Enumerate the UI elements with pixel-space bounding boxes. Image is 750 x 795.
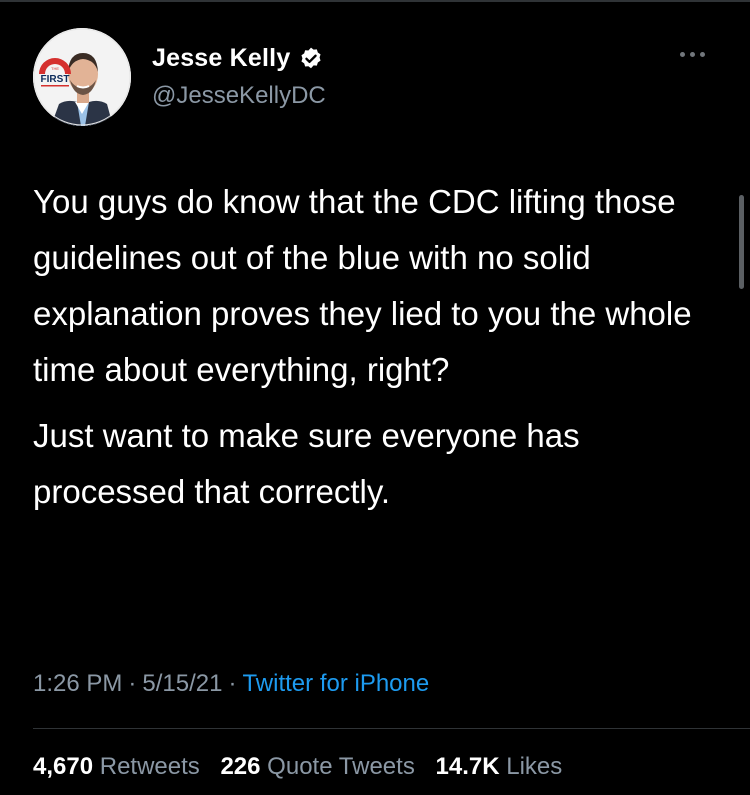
tweet-text: You guys do know that the CDC lifting th… [33, 174, 733, 520]
avatar-logo-small-text: THE [51, 66, 59, 71]
stats-divider [33, 728, 750, 729]
likes-count: 14.7K [435, 753, 500, 780]
more-options-icon[interactable] [680, 44, 714, 64]
meta-separator: · [228, 670, 237, 697]
quote-tweets-count: 226 [220, 753, 261, 780]
retweets-count: 4,670 [33, 753, 94, 780]
more-dot [680, 51, 685, 57]
likes-label: Likes [506, 753, 563, 780]
verified-badge-icon [298, 46, 324, 72]
display-name[interactable]: Jesse Kelly [152, 44, 290, 73]
retweets-label: Retweets [99, 753, 200, 780]
tweet-meta: 1:26 PM · 5/15/21 · Twitter for iPhone [33, 670, 429, 698]
name-row[interactable]: Jesse Kelly [152, 44, 324, 73]
more-dot [690, 51, 695, 57]
tweet-stats: 4,670 Retweets 226 Quote Tweets 14.7K Li… [33, 753, 576, 781]
avatar-logo-text: FIRST [41, 74, 70, 85]
avatar[interactable]: THE FIRST [33, 28, 131, 126]
tweet-paragraph: Just want to make sure everyone has proc… [33, 417, 580, 510]
more-dot [700, 51, 705, 57]
scrollbar[interactable] [739, 195, 744, 289]
tweet-time[interactable]: 1:26 PM [33, 670, 122, 697]
likes-stat[interactable]: 14.7K Likes [436, 753, 563, 780]
meta-separator: · [128, 670, 137, 697]
tweet-paragraph: You guys do know that the CDC lifting th… [33, 183, 692, 388]
user-handle[interactable]: @JesseKellyDC [152, 82, 326, 110]
tweet-source-link[interactable]: Twitter for iPhone [242, 670, 429, 697]
retweets-stat[interactable]: 4,670 Retweets [33, 753, 200, 780]
quote-tweets-label: Quote Tweets [267, 753, 415, 780]
quote-tweets-stat[interactable]: 226 Quote Tweets [220, 753, 414, 780]
avatar-image: THE FIRST [33, 28, 131, 126]
top-divider [0, 0, 750, 2]
tweet-date[interactable]: 5/15/21 [142, 670, 222, 697]
